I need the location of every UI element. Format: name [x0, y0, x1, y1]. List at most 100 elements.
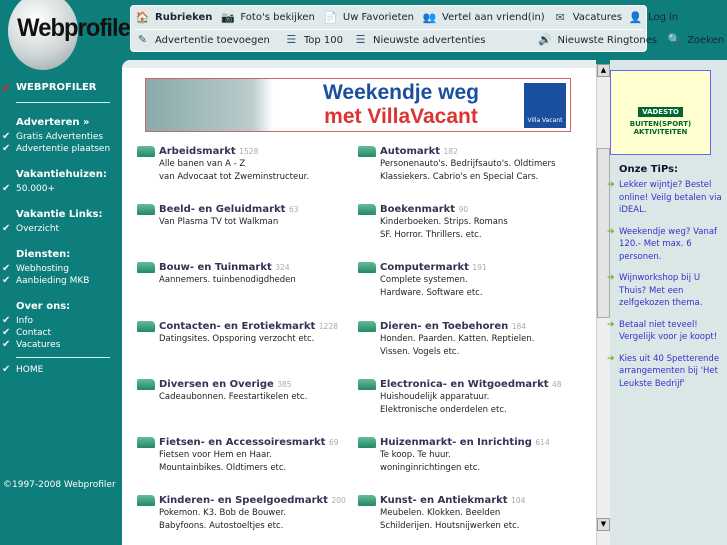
folder-icon — [358, 437, 376, 448]
sidebar-webprofiler[interactable]: WEBPROFILER — [0, 80, 122, 96]
nav-uw-favorieten[interactable]: 📄 Uw Favorieten — [323, 11, 415, 25]
category-count: 63 — [288, 205, 299, 215]
category-count: 104 — [511, 496, 526, 506]
category-count: 1228 — [318, 321, 338, 331]
scrollbar[interactable]: ▲ ▼ — [596, 64, 610, 545]
main-content: Weekendje weg met VillaVacant Villa Vacan… — [122, 60, 596, 545]
nav-log-in[interactable]: 👤 Log in — [628, 11, 679, 25]
category-description: Pokemon. K3. Bob de Bouwer. — [159, 508, 287, 519]
category-link[interactable]: Boekenmarkt — [380, 204, 455, 215]
category-item: Dieren- en Toebehoren 184 Honden. Paarden… — [358, 320, 588, 359]
nav-foto-s-bekijken[interactable]: 📷 Foto's bekijken — [220, 10, 315, 25]
speaker-icon: 🔊 — [538, 33, 552, 46]
category-link[interactable]: Kunst- en Antiekmarkt — [380, 495, 508, 506]
sidebar-heading: Over ons: — [16, 301, 71, 312]
category-link[interactable]: Dieren- en Toebehoren — [380, 321, 508, 332]
category-link[interactable]: Computermarkt — [380, 262, 469, 273]
logo-text: Webprofiler — [17, 14, 139, 42]
nav-advertentie-toevoegen[interactable]: ✎ Advertentie toevoegen — [135, 33, 270, 47]
tip-link[interactable]: Lekker wijntje? Bestel online! Veilg bet… — [607, 179, 727, 217]
category-description: Van Plasma TV tot Walkman — [159, 217, 279, 228]
banner-text: Weekendje weg met VillaVacant — [322, 81, 479, 128]
nav-label: Log in — [648, 12, 679, 23]
nav-label: Nieuwste advertenties — [373, 34, 486, 46]
category-link[interactable]: Contacten- en Erotiekmarkt — [159, 321, 315, 332]
folder-icon — [137, 320, 155, 332]
nav-vacatures[interactable]: ✉ Vacatures — [553, 11, 622, 25]
category-count: 90 — [458, 205, 469, 215]
folder-icon — [137, 262, 155, 274]
scroll-up-button[interactable]: ▲ — [597, 64, 610, 77]
tip-link[interactable]: Kies uit 40 Spetterende arrangementen bi… — [607, 353, 727, 391]
tip-link[interactable]: Betaal niet teveel! Vergelijk voor je ko… — [607, 319, 727, 344]
nav-label: Uw Favorieten — [342, 12, 415, 23]
sidebar-link[interactable]: Gratis Advertenties — [0, 131, 122, 143]
house-icon: 🏠 — [135, 10, 150, 24]
folder-icon — [358, 262, 376, 274]
sidebar-link[interactable]: Info — [0, 315, 122, 327]
sidebar-link[interactable]: Overzicht — [0, 223, 122, 235]
sidebar-link[interactable]: Webhosting — [0, 263, 122, 275]
category-link[interactable]: Beeld- en Geluidmarkt — [159, 204, 285, 215]
nav-label: Advertentie toevoegen — [155, 34, 270, 46]
category-item: Contacten- en Erotiekmarkt 1228 Datingsit… — [137, 320, 367, 346]
folder-icon — [358, 204, 376, 216]
category-count: 184 — [511, 321, 527, 331]
tips: Onze TiPs: Lekker wijntje? Bestel online… — [607, 164, 727, 399]
category-count: 324 — [275, 263, 290, 273]
folder-icon — [358, 378, 376, 390]
folder-icon — [358, 495, 376, 507]
banner-ad[interactable]: Weekendje weg met VillaVacant Villa Vacan… — [145, 78, 571, 132]
category-item: Computermarkt 191 Complete systemen. Hardw… — [358, 261, 588, 300]
category-count: 69 — [328, 438, 339, 447]
category-link[interactable]: Diversen en Overige — [159, 379, 274, 390]
mail-icon: ✉ — [555, 10, 565, 24]
nav-label: Zoeken — [687, 34, 725, 46]
vadesto-ad[interactable]: VADESTO BUITEN(SPORT) AKTIVITEITEN — [610, 70, 711, 155]
category-link[interactable]: Electronica- en Witgoedmarkt — [380, 379, 549, 390]
nav-rubrieken[interactable]: 🏠 Rubrieken — [135, 10, 213, 25]
category-description: Schilderijen. Houtsnijwerken etc. — [380, 521, 520, 532]
scroll-down-button[interactable]: ▼ — [597, 518, 610, 531]
category-link[interactable]: Fietsen- en Accessoiresmarkt — [159, 437, 325, 448]
nav-vertel-aan-vriend-in-[interactable]: 👥 Vertel aan vriend(in) — [422, 11, 545, 25]
category-item: Bouw- en Tuinmarkt 324 Aannemers. tuinben… — [137, 261, 367, 287]
divider — [16, 357, 110, 358]
sidebar-link[interactable]: Aanbieding MKB — [0, 275, 122, 287]
sidebar-home[interactable]: HOME — [0, 364, 122, 376]
folder-icon — [137, 378, 155, 390]
sidebar-link[interactable]: 50.000+ — [0, 183, 122, 195]
category-count: 200 — [331, 496, 346, 506]
category-link[interactable]: Automarkt — [380, 146, 440, 157]
sidebar-heading: Vakantie Links: — [16, 209, 103, 220]
sidebar-heading: Adverteren » — [16, 117, 90, 128]
category-item: Fietsen- en Accessoiresmarkt 69 Fietsen v… — [137, 436, 367, 475]
sidebar-link[interactable]: Vacatures — [0, 339, 122, 351]
camera-icon: 📷 — [221, 10, 235, 24]
nav-label: Vertel aan vriend(in) — [442, 12, 545, 23]
category-description: SF. Horror. Thrillers. etc. — [380, 230, 482, 241]
category-description: Meubelen. Klokken. Beelden — [380, 508, 501, 519]
copyright: ©1997-2008 Webprofiler — [3, 480, 116, 490]
sidebar-link[interactable]: Advertentie plaatsen — [0, 143, 122, 155]
logo[interactable]: Webprofiler — [4, 0, 139, 72]
category-link[interactable]: Huizenmarkt- en Inrichting — [380, 437, 532, 448]
tip-link[interactable]: Weekendje weg? Vanaf 120.- Met max. 6 pe… — [607, 226, 727, 264]
tip-link[interactable]: Wijnworkshop bij U Thuis? Met een zelfge… — [607, 272, 727, 310]
sidebar-link[interactable]: Contact — [0, 327, 122, 339]
list-icon: ☰ — [286, 33, 297, 46]
folder-icon — [358, 146, 376, 157]
nav-top-100[interactable]: ☰ Top 100 — [284, 33, 343, 47]
category-link[interactable]: Bouw- en Tuinmarkt — [159, 262, 272, 273]
nav-zoeken[interactable]: 🔍 Zoeken — [667, 33, 724, 47]
category-link[interactable]: Arbeidsmarkt — [159, 146, 236, 157]
category-link[interactable]: Kinderen- en Speelgoedmarkt — [159, 495, 328, 506]
category-description: Hardware. Software etc. — [380, 288, 483, 299]
category-item: Huizenmarkt- en Inrichting 614 Te koop. T… — [358, 436, 588, 475]
category-description: Cadeaubonnen. Feestartikelen etc. — [159, 391, 308, 402]
category-item: Diversen en Overige 385 Cadeaubonnen. Fee… — [137, 378, 367, 404]
category-item: Electronica- en Witgoedmarkt 48 Huishoude… — [358, 378, 588, 417]
nav-nieuwste-ringtones[interactable]: 🔊 Nieuwste Ringtones — [538, 33, 657, 47]
nav-nieuwste-advertenties[interactable]: ☰ Nieuwste advertenties — [353, 33, 486, 47]
sidebar-heading: Vakantiehuizen: — [16, 169, 107, 180]
